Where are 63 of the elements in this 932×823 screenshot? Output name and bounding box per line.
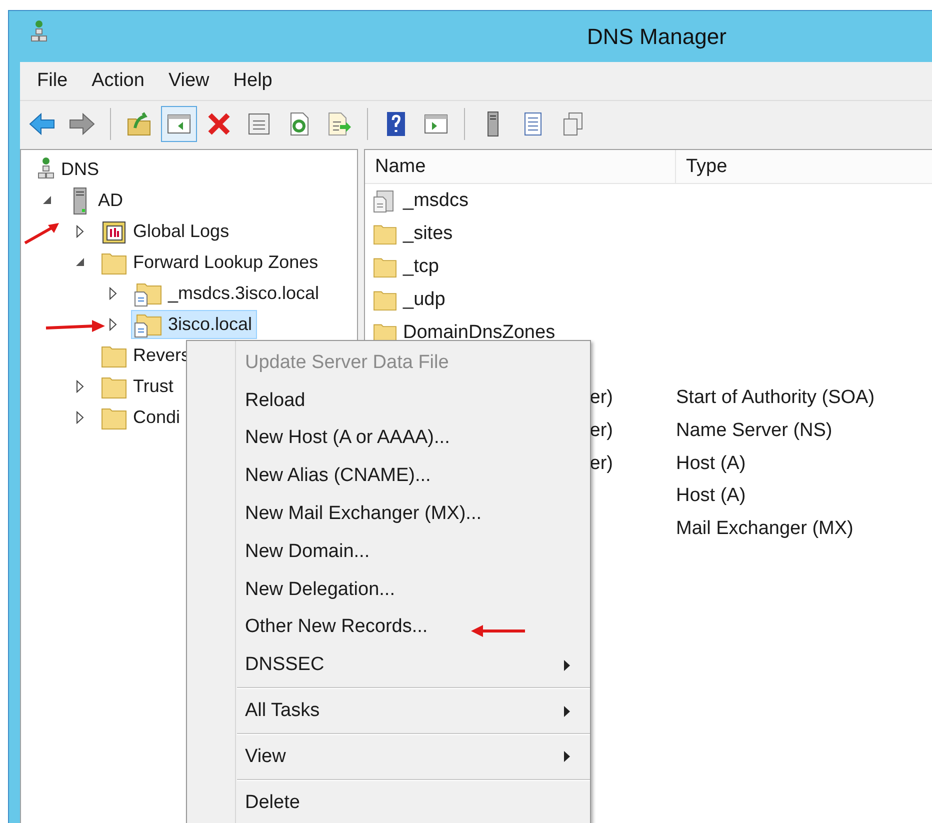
back-arrow-icon	[28, 110, 56, 138]
record-name[interactable]: _udp	[403, 288, 446, 310]
log-book-icon	[101, 218, 127, 244]
folder-icon	[101, 344, 127, 368]
record-type: Name Server (NS)	[676, 420, 832, 442]
column-header[interactable]: Type	[676, 150, 728, 183]
menu-item[interactable]: Action	[82, 68, 160, 94]
tree-node[interactable]: _msdcs.3isco.local	[131, 279, 324, 308]
folder-icon	[101, 374, 127, 398]
menu-item[interactable]: File	[28, 68, 83, 94]
folder-up-icon	[125, 110, 153, 138]
record-name[interactable]: er)	[590, 387, 613, 408]
expanded-triangle-icon[interactable]	[43, 196, 52, 205]
collapsed-triangle-icon[interactable]	[76, 225, 84, 238]
folder-icon	[373, 256, 397, 278]
annotation-arrow	[470, 625, 526, 637]
folder-icon	[101, 250, 127, 274]
context-menu-item[interactable]: Reload	[237, 382, 590, 420]
menu-item[interactable]: Help	[224, 68, 288, 94]
context-menu-item[interactable]: Delete	[237, 784, 590, 822]
collapsed-triangle-icon[interactable]	[109, 318, 117, 331]
record-name[interactable]: _sites	[403, 222, 453, 244]
context-menu-item[interactable]: All Tasks	[237, 692, 590, 730]
folder-icon	[373, 222, 397, 244]
tree-node[interactable]: Forward Lookup Zones	[98, 248, 324, 277]
context-menu-item[interactable]: New Delegation...	[237, 570, 590, 609]
record-type: Start of Authority (SOA)	[676, 387, 875, 410]
tree-node[interactable]: AD	[65, 186, 128, 215]
context-menu-item[interactable]: DNSSEC	[237, 646, 590, 684]
tree-node[interactable]: DNS	[34, 155, 104, 184]
record-type: Host (A)	[676, 452, 746, 475]
collapsed-triangle-icon[interactable]	[76, 380, 84, 393]
annotation-arrow	[44, 320, 106, 334]
expanded-triangle-icon[interactable]	[76, 258, 85, 267]
forward-arrow-icon	[68, 110, 96, 138]
window-title: DNS Manager	[587, 24, 726, 50]
folder-icon	[373, 288, 397, 310]
menu-item[interactable]: View	[159, 68, 224, 94]
collapsed-triangle-icon[interactable]	[76, 411, 84, 424]
zone-folder-icon	[134, 280, 162, 306]
context-menu-item[interactable]: New Mail Exchanger (MX)...	[237, 495, 590, 533]
record-name[interactable]: _msdcs	[403, 190, 468, 212]
record-type: Host (A)	[676, 485, 746, 508]
record-name[interactable]: _tcp	[403, 256, 439, 278]
folder-icon	[101, 406, 127, 430]
context-menu-item[interactable]: New Host (A or AAAA)...	[237, 420, 590, 458]
tree-node[interactable]: 3isco.local	[131, 310, 258, 339]
collapsed-triangle-icon[interactable]	[109, 287, 117, 300]
annotation-arrow	[22, 220, 62, 246]
context-menu-item[interactable]: Other New Records...	[237, 608, 590, 646]
show-tree-button[interactable]	[161, 106, 197, 142]
context-menu-item[interactable]: New Alias (CNAME)...	[237, 457, 590, 496]
record-name[interactable]: er)	[590, 420, 613, 442]
tree-node[interactable]: Condi	[98, 403, 186, 432]
tree-node[interactable]: Trust	[98, 372, 178, 401]
record-name[interactable]: er)	[590, 452, 613, 474]
context-menu-item[interactable]: View	[237, 738, 590, 776]
context-menu-item[interactable]: New Domain...	[237, 532, 590, 571]
zone-folder-icon	[134, 312, 162, 338]
column-header[interactable]: Name	[365, 150, 676, 183]
record-type: Mail Exchanger (MX)	[676, 518, 854, 540]
record-name[interactable]: DomainDnsZones	[403, 322, 556, 344]
tree-node[interactable]: Global Logs	[98, 217, 234, 246]
